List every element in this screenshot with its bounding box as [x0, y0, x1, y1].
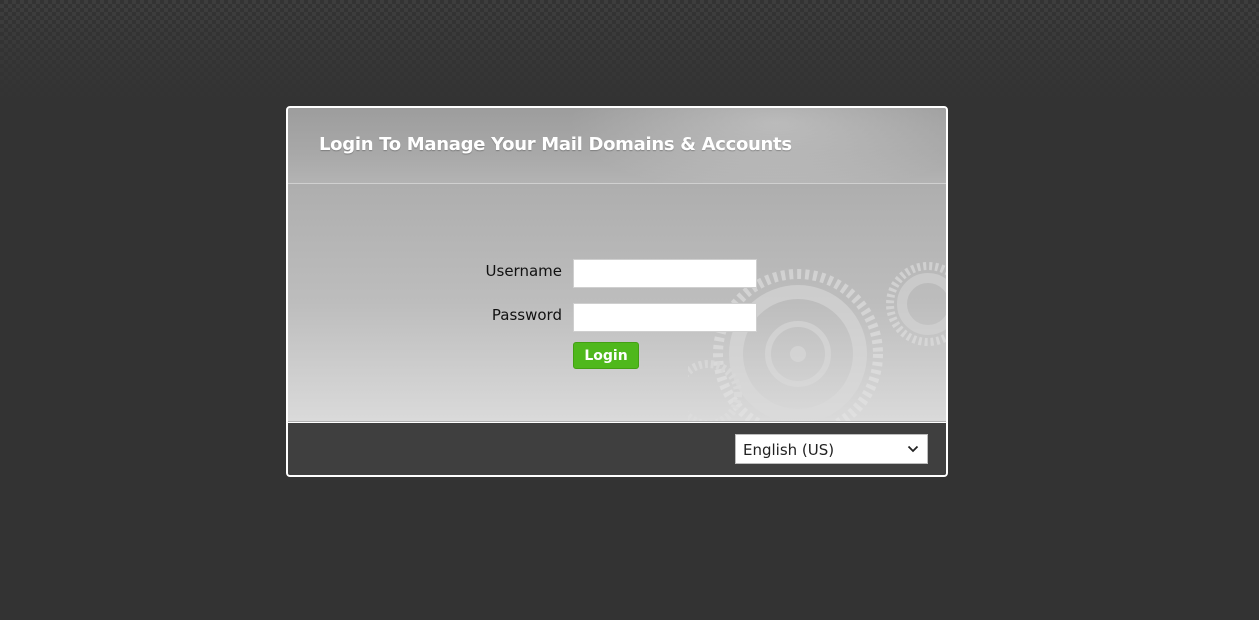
language-select[interactable]: English (US): [735, 434, 928, 464]
login-panel-header: Login To Manage Your Mail Domains & Acco…: [288, 108, 946, 184]
login-form: Username Password Login: [288, 184, 946, 421]
language-select-value: English (US): [743, 441, 835, 459]
password-input[interactable]: [573, 303, 757, 332]
username-label: Username: [485, 262, 562, 280]
login-button[interactable]: Login: [573, 342, 639, 369]
username-input[interactable]: [573, 259, 757, 288]
chevron-down-icon: [907, 445, 919, 453]
password-label: Password: [491, 306, 562, 324]
login-panel: Login To Manage Your Mail Domains & Acco…: [286, 106, 948, 477]
page-title: Login To Manage Your Mail Domains & Acco…: [319, 134, 792, 155]
login-panel-footer: English (US): [288, 422, 946, 475]
